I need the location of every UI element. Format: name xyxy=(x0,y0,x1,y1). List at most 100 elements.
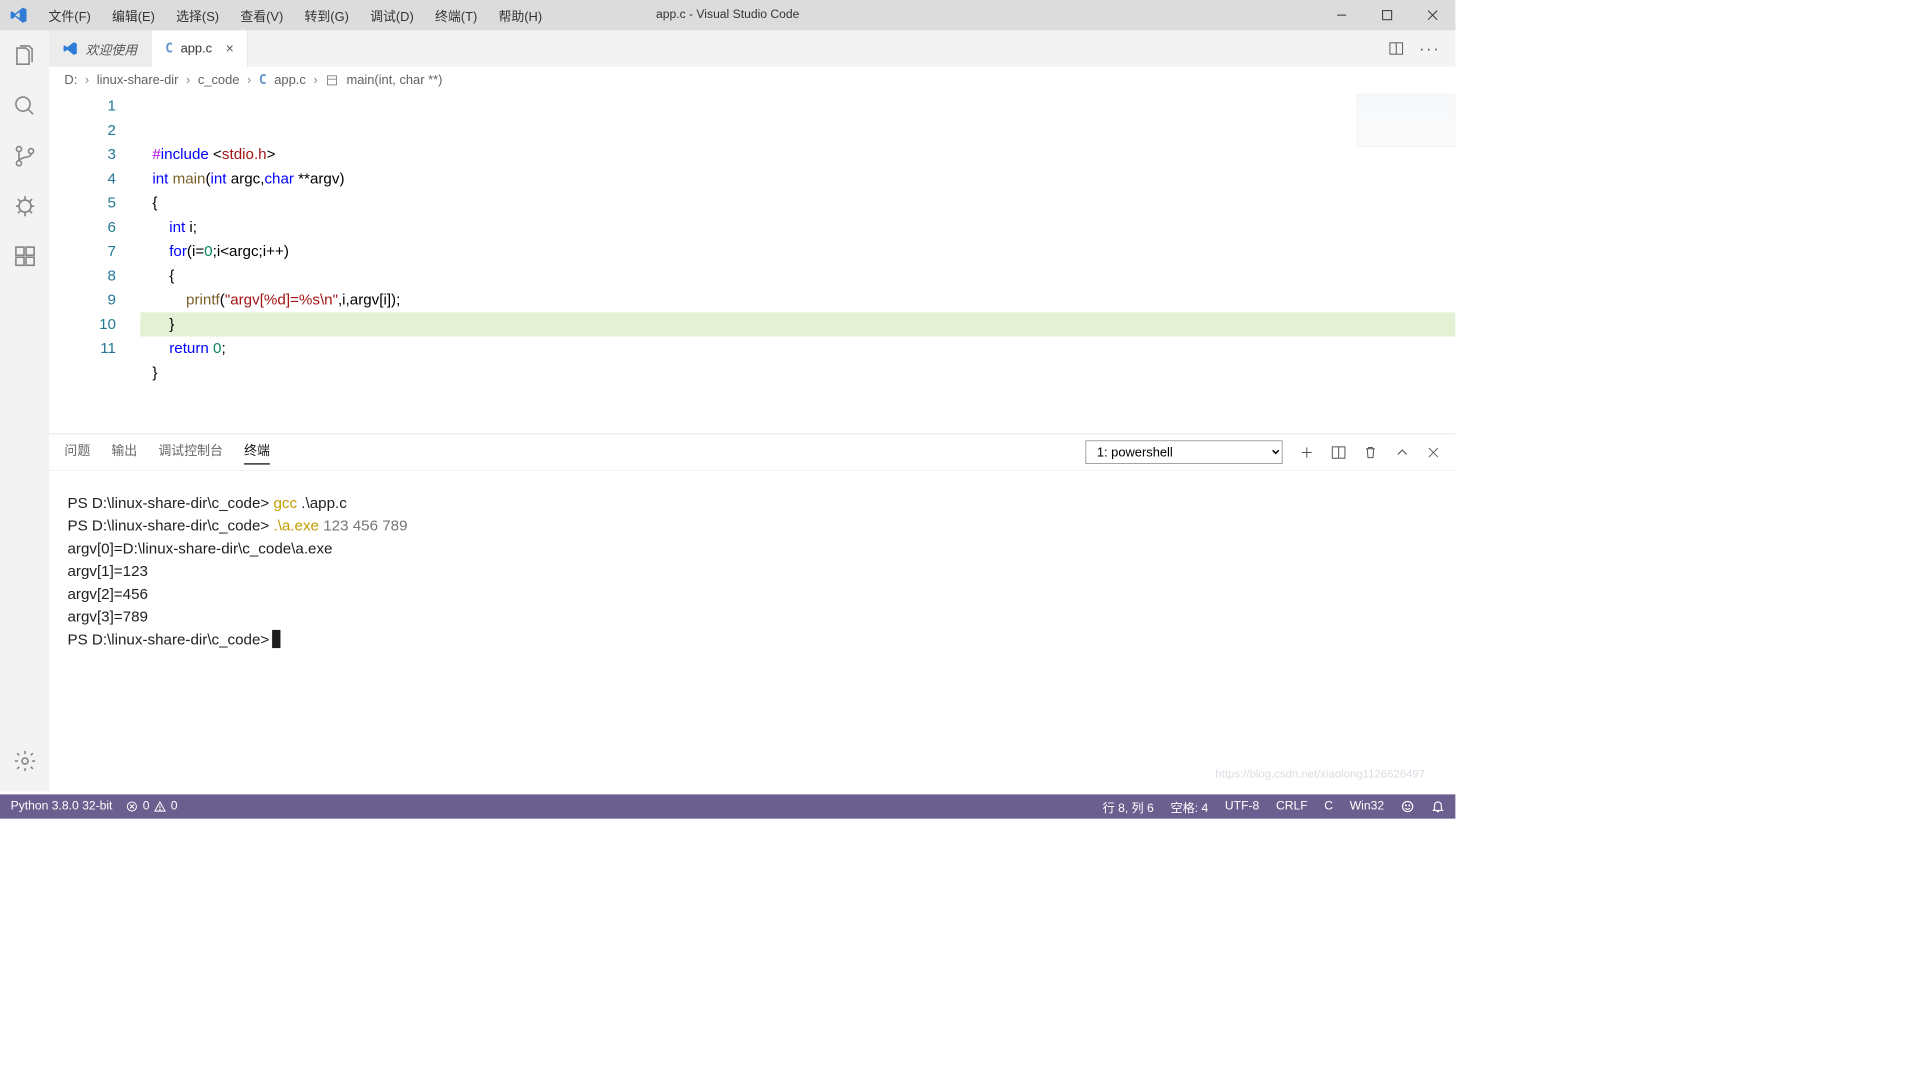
status-eol[interactable]: CRLF xyxy=(1276,800,1308,814)
code-line[interactable]: for(i=0;i<argc;i++) xyxy=(140,240,1455,264)
status-spaces[interactable]: 空格: 4 xyxy=(1170,797,1208,815)
line-number: 1 xyxy=(49,94,116,118)
status-lncol[interactable]: 行 8, 列 6 xyxy=(1103,797,1154,815)
tab-welcome[interactable]: 欢迎使用 xyxy=(49,30,151,66)
status-lang[interactable]: C xyxy=(1324,800,1333,814)
panel-tab-3[interactable]: 终端 xyxy=(244,440,270,465)
status-encoding[interactable]: UTF-8 xyxy=(1225,800,1259,814)
menu-选择s[interactable]: 选择(S) xyxy=(166,0,230,30)
code-line[interactable]: { xyxy=(140,191,1455,215)
menu-查看v[interactable]: 查看(V) xyxy=(230,0,294,30)
breadcrumb-segment[interactable]: D: xyxy=(64,73,77,88)
terminal-select[interactable]: 1: powershell xyxy=(1085,440,1282,463)
code-line[interactable]: int i; xyxy=(140,215,1455,239)
code-line[interactable]: } xyxy=(140,361,1455,385)
titlebar: 文件(F)编辑(E)选择(S)查看(V)转到(G)调试(D)终端(T)帮助(H)… xyxy=(0,0,1455,30)
search-activity[interactable] xyxy=(9,91,39,121)
status-notifications[interactable] xyxy=(1431,800,1445,814)
menu-bar: 文件(F)编辑(E)选择(S)查看(V)转到(G)调试(D)终端(T)帮助(H) xyxy=(38,0,553,30)
vscode-logo-icon xyxy=(10,6,28,24)
status-problems[interactable]: 0 0 xyxy=(126,800,177,814)
maximize-button[interactable] xyxy=(1364,0,1409,30)
breadcrumb-segment[interactable]: app.c xyxy=(274,73,306,88)
close-button[interactable] xyxy=(1410,0,1455,30)
menu-文件f[interactable]: 文件(F) xyxy=(38,0,101,30)
status-python[interactable]: Python 3.8.0 32-bit xyxy=(11,800,113,814)
panel-tab-1[interactable]: 输出 xyxy=(111,440,137,465)
status-os[interactable]: Win32 xyxy=(1350,800,1384,814)
breadcrumb[interactable]: D:›linux-share-dir›c_code›Capp.c›main(in… xyxy=(49,67,1455,94)
line-number: 3 xyxy=(49,143,116,167)
new-terminal-icon[interactable] xyxy=(1299,445,1314,460)
menu-转到g[interactable]: 转到(G) xyxy=(294,0,360,30)
bottom-panel: 问题输出调试控制台终端 1: powershell PS D:\linux-sh… xyxy=(49,434,1455,792)
code-line[interactable]: int main(int argc,char **argv) xyxy=(140,167,1455,191)
line-number: 4 xyxy=(49,167,116,191)
scm-activity[interactable] xyxy=(9,141,39,171)
breadcrumb-segment[interactable]: linux-share-dir xyxy=(97,73,179,88)
activity-bar xyxy=(0,30,49,791)
more-actions-icon[interactable]: ··· xyxy=(1419,39,1440,59)
watermark: https://blog.csdn.net/xiaolong1126626497 xyxy=(1215,768,1425,781)
split-terminal-icon[interactable] xyxy=(1331,445,1346,460)
code-line[interactable]: return 0; xyxy=(140,337,1455,361)
terminal-cursor xyxy=(272,630,280,648)
breadcrumb-segment[interactable]: c_code xyxy=(198,73,240,88)
terminal-line: argv[2]=456 xyxy=(67,583,1437,606)
explorer-activity[interactable] xyxy=(9,41,39,71)
tab-close-button[interactable]: × xyxy=(226,41,234,57)
terminal-output[interactable]: PS D:\linux-share-dir\c_code> gcc .\app.… xyxy=(49,471,1455,792)
editor-column: 欢迎使用 C app.c × ··· D: › linux-share-dir › c_… xyxy=(49,30,1455,791)
menu-编辑e[interactable]: 编辑(E) xyxy=(101,0,165,30)
code-line[interactable]: { xyxy=(140,264,1455,288)
line-number: 2 xyxy=(49,118,116,142)
tab-appc-label: app.c xyxy=(181,41,213,56)
code-line[interactable]: } xyxy=(140,312,1455,336)
code-editor[interactable]: 1234567891011 #include <stdio.h>int main… xyxy=(49,94,1455,434)
tab-welcome-label: 欢迎使用 xyxy=(86,39,138,58)
files-icon xyxy=(13,44,37,68)
panel-tab-2[interactable]: 调试控制台 xyxy=(158,440,222,465)
line-number: 11 xyxy=(49,337,116,361)
vscode-small-icon xyxy=(63,41,78,56)
bug-icon xyxy=(13,194,37,218)
window-controls xyxy=(1319,0,1455,30)
split-editor-icon[interactable] xyxy=(1389,41,1404,56)
minimap[interactable] xyxy=(1357,94,1456,147)
c-file-icon: C xyxy=(165,41,173,56)
breadcrumb-segment[interactable]: main(int, char **) xyxy=(346,73,442,88)
gear-icon xyxy=(13,749,37,773)
minimize-icon xyxy=(1336,10,1347,21)
terminal-line: argv[0]=D:\linux-share-dir\c_code\a.exe xyxy=(67,537,1437,560)
chevron-right-icon: › xyxy=(313,73,317,88)
code-line[interactable]: #include <stdio.h> xyxy=(140,143,1455,167)
tab-appc[interactable]: C app.c × xyxy=(152,30,249,66)
panel-tab-0[interactable]: 问题 xyxy=(64,440,90,465)
chevron-up-icon[interactable] xyxy=(1395,445,1410,460)
debug-activity[interactable] xyxy=(9,191,39,221)
extensions-activity[interactable] xyxy=(9,241,39,271)
menu-终端t[interactable]: 终端(T) xyxy=(424,0,487,30)
maximize-icon xyxy=(1382,10,1393,21)
terminal-line: PS D:\linux-share-dir\c_code> .\a.exe 12… xyxy=(67,515,1437,538)
trash-icon[interactable] xyxy=(1363,445,1378,460)
line-number: 8 xyxy=(49,264,116,288)
chevron-right-icon: › xyxy=(247,73,251,88)
settings-activity[interactable] xyxy=(9,746,39,776)
code-line[interactable]: printf("argv[%d]=%s\n",i,argv[i]); xyxy=(140,288,1455,312)
menu-帮助h[interactable]: 帮助(H) xyxy=(488,0,553,30)
status-error-count: 0 xyxy=(143,800,150,814)
close-panel-icon[interactable] xyxy=(1427,445,1441,459)
status-feedback[interactable] xyxy=(1401,800,1415,814)
chevron-right-icon: › xyxy=(85,73,89,88)
symbol-method-icon xyxy=(325,74,339,88)
bell-icon xyxy=(1431,800,1445,814)
vscode-logo-wrap xyxy=(0,6,38,24)
code-content[interactable]: #include <stdio.h>int main(int argc,char… xyxy=(140,94,1455,434)
minimize-button[interactable] xyxy=(1319,0,1364,30)
line-number: 7 xyxy=(49,240,116,264)
extensions-icon xyxy=(13,244,37,268)
branch-icon xyxy=(13,144,37,168)
menu-调试d[interactable]: 调试(D) xyxy=(360,0,425,30)
tab-actions: ··· xyxy=(1389,30,1456,66)
